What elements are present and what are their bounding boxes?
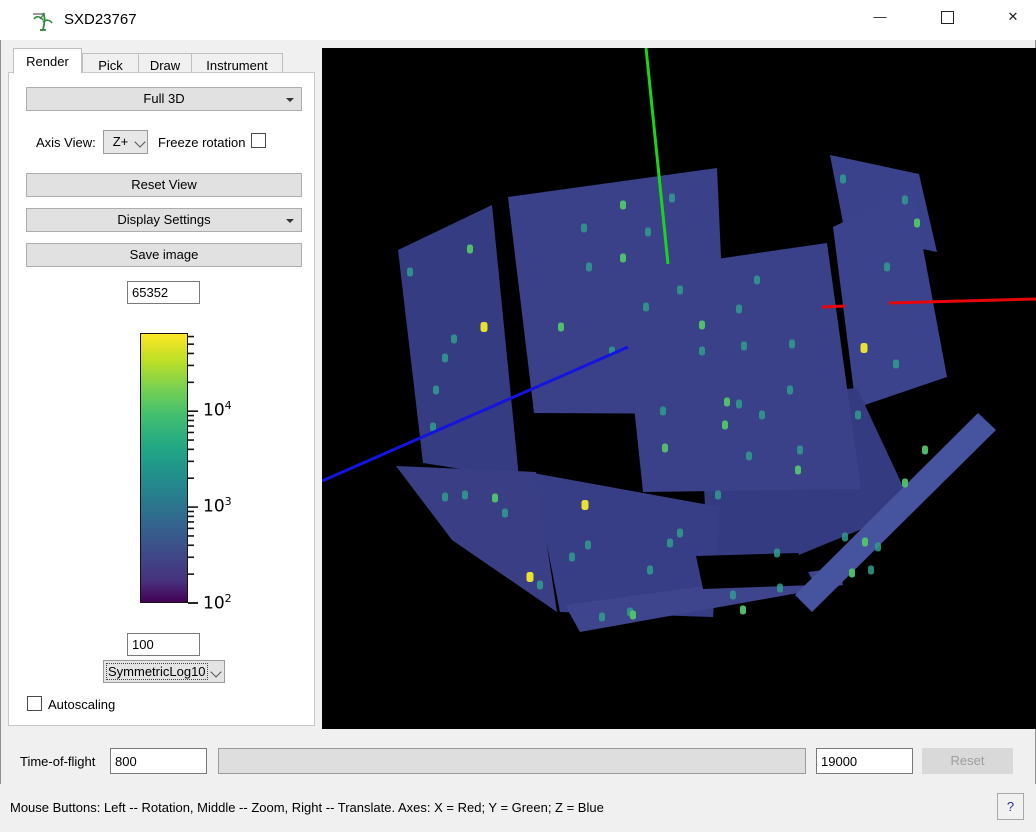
freeze-rotation-label: Freeze rotation [158,135,246,150]
chevron-down-icon [286,98,294,106]
colorbar-max-input[interactable] [127,281,200,304]
instrument-3d-scene [321,47,1036,632]
tof-min-input[interactable] [110,748,207,774]
colorbar-label-1e2: 102 [203,592,232,614]
freeze-rotation-checkbox[interactable] [251,133,266,148]
minimize-button[interactable]: — [857,0,903,34]
tab-render-label: Render [26,54,69,69]
chevron-down-icon [134,136,146,148]
window-title: SXD23767 [64,11,137,28]
help-button[interactable]: ? [997,793,1024,820]
tab-draw-label: Draw [149,58,181,73]
maximize-icon [941,11,954,24]
projection-value: Full 3D [143,91,185,106]
minimize-icon: — [873,9,887,24]
status-message: Mouse Buttons: Left -- Rotation, Middle … [10,800,604,815]
scale-type-value: SymmetricLog10 [106,663,208,680]
axis-view-value: Z+ [112,134,129,149]
reset-view-label: Reset View [131,177,197,192]
display-settings-label: Display Settings [117,212,211,227]
save-image-button[interactable]: Save image [26,243,302,267]
mantid-logo-icon [33,12,53,31]
projection-dropdown[interactable]: Full 3D [26,87,302,111]
reset-view-button[interactable]: Reset View [26,173,302,197]
colorbar-label-1e3: 103 [203,495,232,517]
display-settings-dropdown[interactable]: Display Settings [26,208,302,232]
colorbar-min-input[interactable] [127,633,200,656]
autoscaling-label: Autoscaling [48,697,116,712]
axis-view-select[interactable]: Z+ [103,130,148,154]
tof-label: Time-of-flight [20,754,96,769]
maximize-button[interactable] [924,0,970,34]
status-bar: Mouse Buttons: Left -- Rotation, Middle … [0,784,1036,832]
tab-pick[interactable]: Pick [82,53,139,74]
close-icon: ✕ [1007,9,1019,24]
tab-instrument[interactable]: Instrument [191,53,283,74]
colorbar-ticks [188,335,198,604]
tof-reset-button[interactable]: Reset [922,748,1013,774]
close-button[interactable]: ✕ [990,0,1036,34]
3d-view[interactable] [321,47,1036,729]
tof-max-input[interactable] [816,748,913,774]
tab-draw[interactable]: Draw [138,53,192,74]
chevron-down-icon [286,219,294,227]
autoscaling-checkbox[interactable] [27,696,42,711]
colorbar[interactable] [140,333,188,603]
tof-slider[interactable] [218,748,806,774]
tab-instrument-label: Instrument [206,58,268,73]
tab-render[interactable]: Render [13,48,82,74]
axis-view-label: Axis View: [36,135,96,150]
tof-reset-label: Reset [950,753,985,768]
chevron-down-icon [210,666,222,678]
tab-pick-label: Pick [98,58,123,73]
title-bar: SXD23767 — ✕ [0,0,1036,40]
colorbar-label-1e4: 104 [203,399,232,421]
help-icon: ? [1006,799,1015,814]
instrument-view-window: { "window": { "title": "SXD23767", "mini… [0,0,1036,832]
save-image-label: Save image [129,247,199,262]
scale-type-select[interactable]: SymmetricLog10 [103,660,225,683]
